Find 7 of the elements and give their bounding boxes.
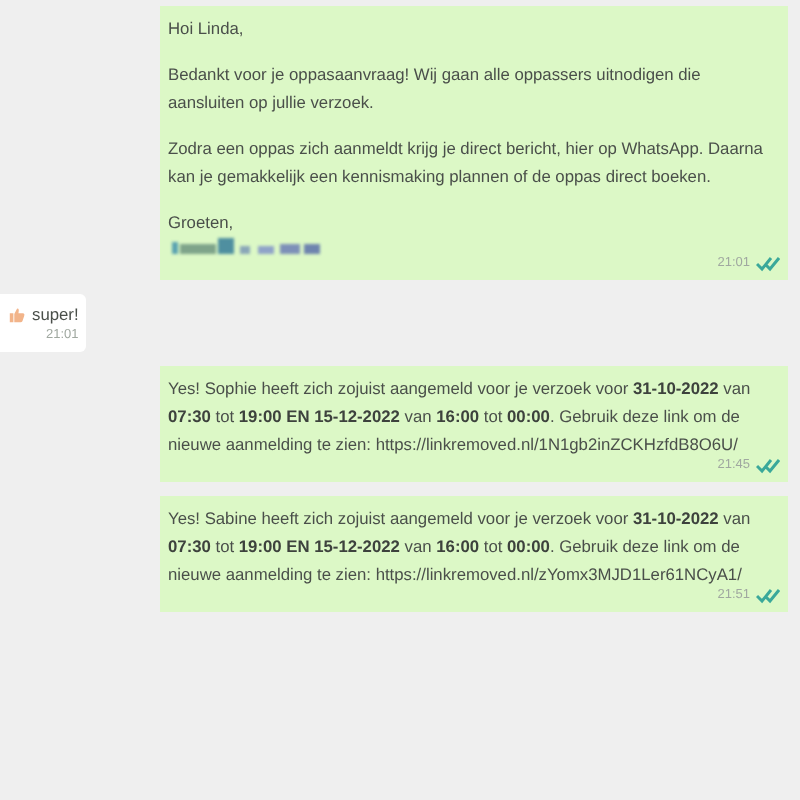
message-text: Hoi Linda, xyxy=(168,16,244,42)
message-text: Bedankt voor je oppasaanvraag! Wij gaan alle oppassers uitnodigen die aansluiten op jullie verzoek. xyxy=(168,62,703,116)
message-text: Groeten, xyxy=(168,210,234,236)
message-text: Zodra een oppas zich aanmeldt krijg je direct bericht, hier op WhatsApp. Daarna kan je gemakkelijk een kennismaking plannen of de oppas direct boeken. xyxy=(168,136,765,190)
message-text: super! xyxy=(32,302,79,328)
message-text: Yes! Sophie heeft zich zojuist aangemeld voor je verzoek voor 31-10-2022 van 07:30 tot 19:00 EN 15-12-2022 van 16:00 tot 00:00. Gebruik deze link om de nieuwe aanmelding te zien: https://linkremoved.nl/1N1gb2inZCKHzfdB8O6U/ xyxy=(168,376,753,458)
message-text: Yes! Sabine heeft zich zojuist aangemeld voor je verzoek voor 31-10-2022 van 07:30 tot 19:00 EN 15-12-2022 van 16:00 tot 00:00. Gebruik deze link om de nieuwe aanmelding te zien: https://linkremoved.nl/zYomx3MJD1Ler61NCyA1/ xyxy=(168,506,753,588)
